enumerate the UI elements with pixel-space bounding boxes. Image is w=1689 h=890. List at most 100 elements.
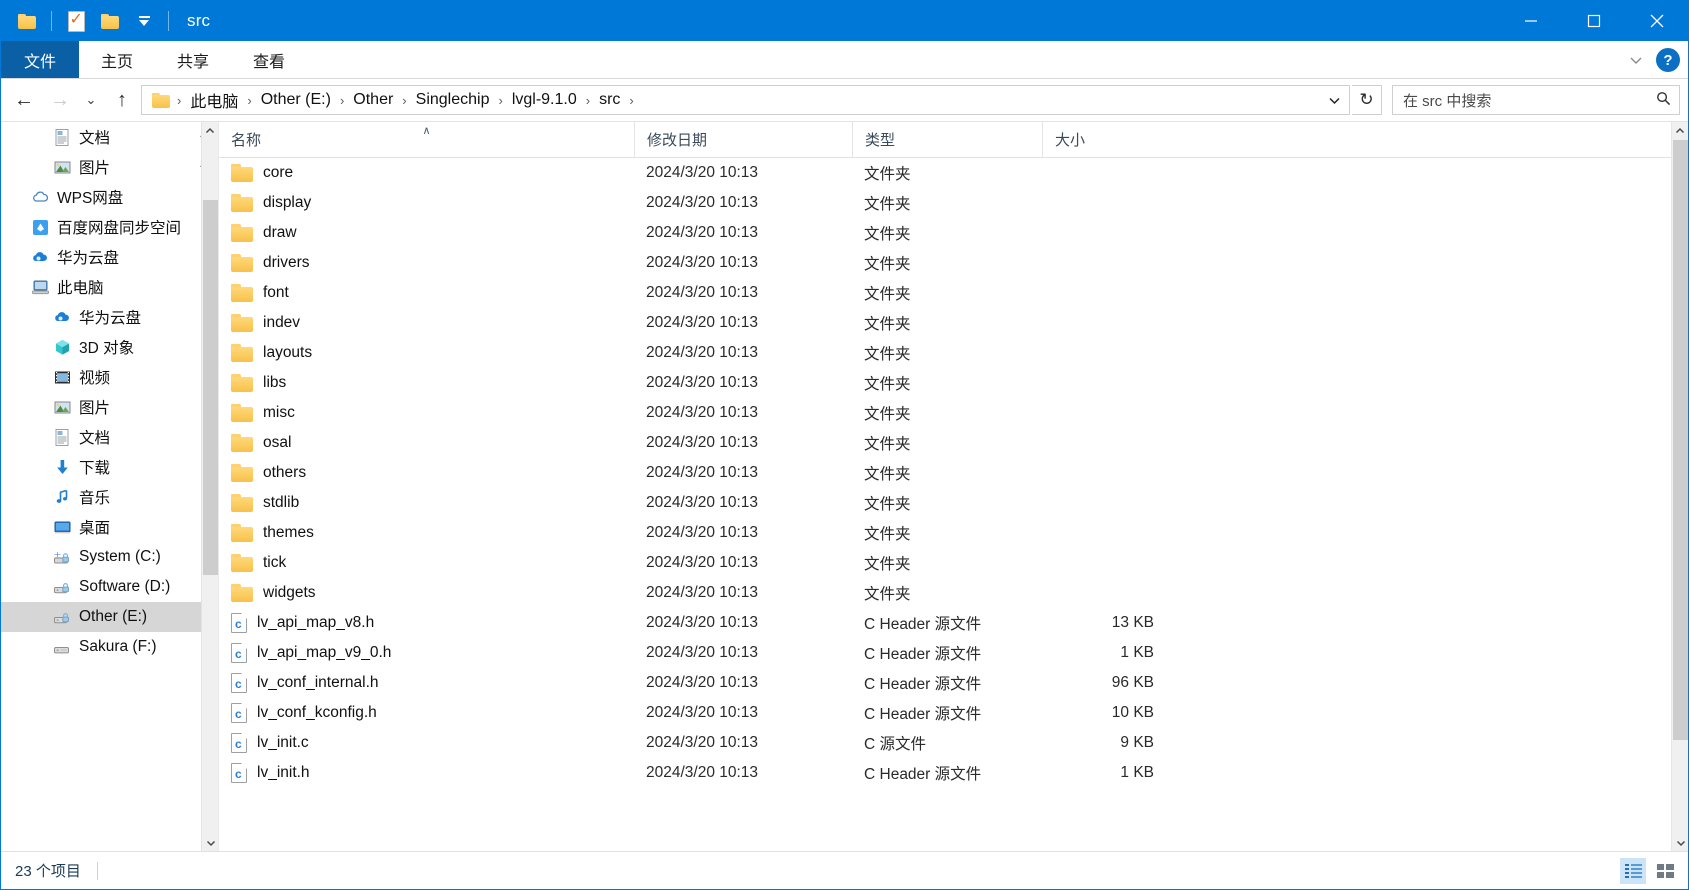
table-row[interactable]: osal 2024/3/20 10:13 文件夹 — [219, 428, 1688, 458]
minimize-button[interactable] — [1499, 1, 1562, 41]
table-row[interactable]: widgets 2024/3/20 10:13 文件夹 — [219, 578, 1688, 608]
breadcrumb-separator-5[interactable]: › — [583, 93, 593, 108]
sidebar-item-13[interactable]: 桌面 — [1, 512, 218, 542]
sidebar-item-17[interactable]: Sakura (F:) — [1, 632, 218, 662]
breadcrumb-item-3[interactable]: Singlechip — [410, 89, 496, 111]
table-row[interactable]: c lv_api_map_v8.h 2024/3/20 10:13 C Header … — [219, 608, 1688, 638]
sidebar-item-10[interactable]: 文档 — [1, 422, 218, 452]
table-row[interactable]: misc 2024/3/20 10:13 文件夹 — [219, 398, 1688, 428]
breadcrumb-separator-3[interactable]: › — [399, 93, 409, 108]
folder-icon[interactable] — [11, 5, 43, 37]
table-row[interactable]: c lv_api_map_v9_0.h 2024/3/20 10:13 C Heade… — [219, 638, 1688, 668]
back-button[interactable]: ← — [7, 83, 41, 117]
sidebar-item-4[interactable]: 华为云盘 — [1, 242, 218, 272]
sidebar-item-label: 下载 — [79, 460, 111, 477]
sidebar-item-16[interactable]: Other (E:) — [1, 602, 218, 632]
details-view-button[interactable] — [1620, 858, 1646, 884]
recent-locations-icon[interactable]: ⌄ — [79, 83, 103, 117]
breadcrumb-separator-4[interactable]: › — [495, 93, 505, 108]
tab-file[interactable]: 文件 — [1, 41, 79, 78]
nav-scroll-down-arrow[interactable] — [202, 834, 218, 851]
tab-home[interactable]: 主页 — [79, 41, 155, 78]
sidebar-item-9[interactable]: 图片 — [1, 392, 218, 422]
table-row[interactable]: others 2024/3/20 10:13 文件夹 — [219, 458, 1688, 488]
nav-scroll-up-arrow[interactable] — [202, 122, 218, 139]
table-row[interactable]: themes 2024/3/20 10:13 文件夹 — [219, 518, 1688, 548]
file-name-label: lv_api_map_v9_0.h — [257, 644, 392, 661]
properties-icon[interactable] — [60, 5, 92, 37]
maximize-button[interactable] — [1562, 1, 1625, 41]
column-header-name[interactable]: ∧ 名称 — [219, 122, 634, 158]
table-row[interactable]: layouts 2024/3/20 10:13 文件夹 — [219, 338, 1688, 368]
breadcrumb-item-1[interactable]: Other (E:) — [255, 89, 337, 111]
nav-scrollbar[interactable] — [201, 122, 218, 851]
refresh-button[interactable]: ↻ — [1352, 85, 1382, 115]
sidebar-item-label: Sakura (F:) — [79, 638, 157, 655]
sidebar-item-0[interactable]: 文档 — [1, 122, 218, 152]
table-row[interactable]: c lv_init.h 2024/3/20 10:13 C Header 源文件 1 K… — [219, 758, 1688, 788]
breadcrumb-separator-6[interactable]: › — [626, 93, 636, 108]
breadcrumb-item-0[interactable]: 此电脑 — [184, 86, 244, 114]
sidebar-item-3[interactable]: 百度网盘同步空间 — [1, 212, 218, 242]
cell-date: 2024/3/20 10:13 — [646, 734, 759, 751]
item-count-label: 23 个项目 — [15, 863, 81, 880]
sidebar-item-7[interactable]: 3D 对象 — [1, 332, 218, 362]
large-icons-view-button[interactable] — [1652, 858, 1678, 884]
breadcrumb-separator-2[interactable]: › — [337, 93, 347, 108]
table-row[interactable]: core 2024/3/20 10:13 文件夹 — [219, 158, 1688, 188]
new-folder-icon[interactable] — [94, 5, 126, 37]
chevron-down-icon[interactable] — [1628, 52, 1644, 68]
title-bar: src — [1, 1, 1688, 41]
table-row[interactable]: font 2024/3/20 10:13 文件夹 — [219, 278, 1688, 308]
breadcrumb-item-5[interactable]: src — [593, 89, 626, 111]
breadcrumb[interactable]: › 此电脑 › Other (E:) › Other › Singlechip … — [141, 85, 1350, 115]
table-row[interactable]: draw 2024/3/20 10:13 文件夹 — [219, 218, 1688, 248]
forward-button[interactable]: → — [43, 83, 77, 117]
column-headers: ∧ 名称 修改日期 类型 大小 — [219, 121, 1688, 158]
customize-quick-access-icon[interactable] — [128, 5, 160, 37]
column-header-size[interactable]: 大小 — [1042, 121, 1170, 158]
table-row[interactable]: display 2024/3/20 10:13 文件夹 — [219, 188, 1688, 218]
table-row[interactable]: libs 2024/3/20 10:13 文件夹 — [219, 368, 1688, 398]
sidebar-item-15[interactable]: Software (D:) — [1, 572, 218, 602]
cell-date: 2024/3/20 10:13 — [646, 524, 759, 541]
close-button[interactable] — [1625, 1, 1688, 41]
cell-name: c lv_api_map_v8.h — [219, 608, 634, 638]
sidebar-item-12[interactable]: 音乐 — [1, 482, 218, 512]
file-scroll-down-arrow[interactable] — [1672, 834, 1689, 851]
breadcrumb-item-2[interactable]: Other — [347, 89, 399, 111]
table-row[interactable]: indev 2024/3/20 10:13 文件夹 — [219, 308, 1688, 338]
tab-view[interactable]: 查看 — [231, 41, 307, 78]
sidebar-item-6[interactable]: 华为云盘 — [1, 302, 218, 332]
cloud-icon — [31, 188, 50, 207]
table-row[interactable]: c lv_conf_internal.h 2024/3/20 10:13 C Head… — [219, 668, 1688, 698]
column-header-date[interactable]: 修改日期 — [634, 121, 852, 158]
table-row[interactable]: stdlib 2024/3/20 10:13 文件夹 — [219, 488, 1688, 518]
breadcrumb-separator-0[interactable]: › — [174, 93, 184, 108]
tab-share[interactable]: 共享 — [155, 41, 231, 78]
file-scroll-up-arrow[interactable] — [1672, 122, 1688, 139]
table-row[interactable]: drivers 2024/3/20 10:13 文件夹 — [219, 248, 1688, 278]
address-dropdown-icon[interactable] — [1321, 94, 1347, 107]
table-row[interactable]: c lv_conf_kconfig.h 2024/3/20 10:13 C Heade… — [219, 698, 1688, 728]
cell-size — [1042, 218, 1170, 248]
up-button[interactable]: ↑ — [105, 83, 139, 117]
sidebar-item-5[interactable]: 此电脑 — [1, 272, 218, 302]
file-scroll-thumb[interactable] — [1673, 140, 1688, 740]
folder-icon — [231, 524, 253, 542]
sidebar-item-2[interactable]: WPS网盘 — [1, 182, 218, 212]
sidebar-item-1[interactable]: 图片 — [1, 152, 218, 182]
sidebar-item-8[interactable]: 视频 — [1, 362, 218, 392]
column-header-type[interactable]: 类型 — [852, 121, 1042, 158]
search-input[interactable]: 在 src 中搜索 — [1403, 90, 1657, 111]
sidebar-item-14[interactable]: System (C:) — [1, 542, 218, 572]
breadcrumb-separator-1[interactable]: › — [244, 93, 254, 108]
file-list-scrollbar[interactable] — [1671, 122, 1688, 851]
sidebar-item-11[interactable]: 下载 — [1, 452, 218, 482]
table-row[interactable]: c lv_init.c 2024/3/20 10:13 C 源文件 9 KB — [219, 728, 1688, 758]
search-box[interactable]: 在 src 中搜索 — [1392, 85, 1680, 115]
help-button[interactable]: ? — [1656, 48, 1680, 72]
nav-scroll-thumb[interactable] — [203, 200, 218, 575]
table-row[interactable]: tick 2024/3/20 10:13 文件夹 — [219, 548, 1688, 578]
breadcrumb-item-4[interactable]: lvgl-9.1.0 — [506, 89, 583, 111]
